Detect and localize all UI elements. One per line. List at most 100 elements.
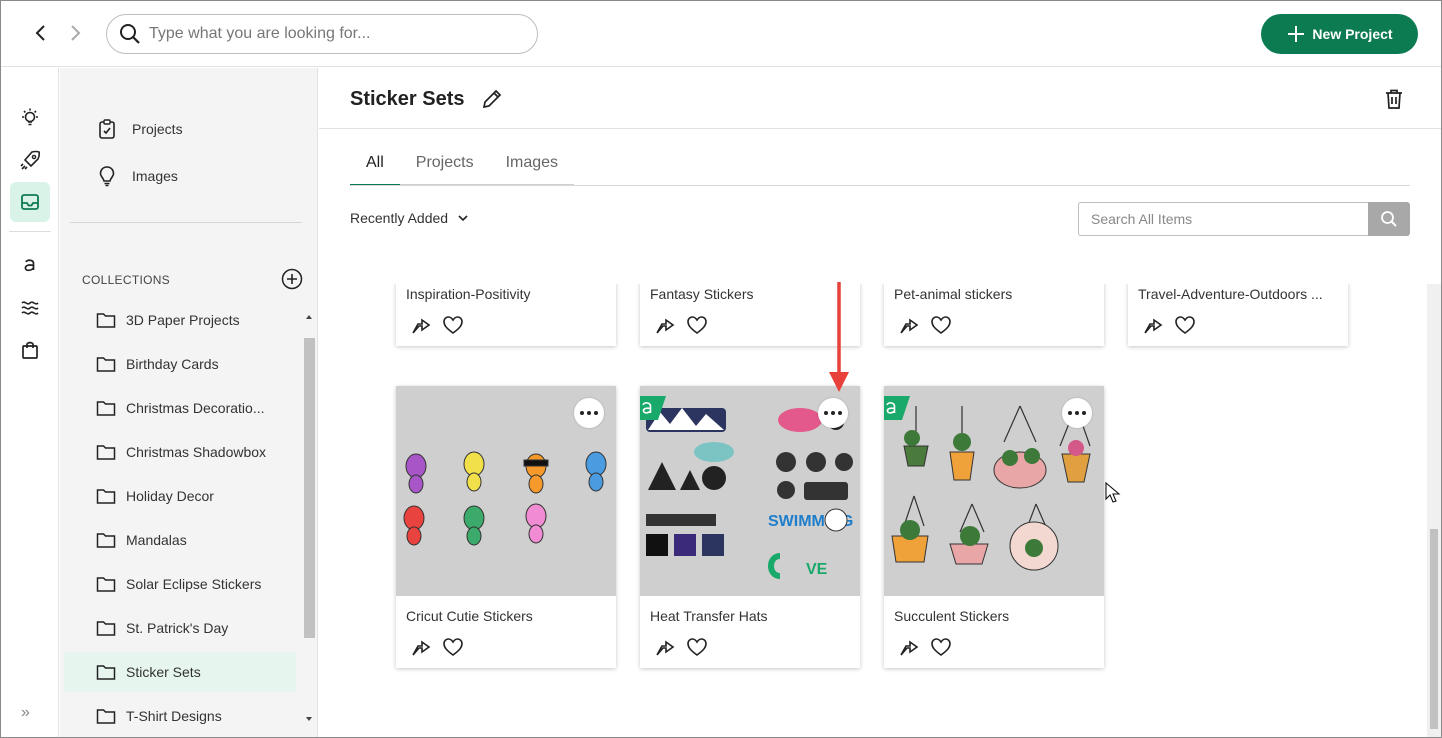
rail-access[interactable]: [10, 245, 50, 285]
folder-icon: [96, 489, 116, 504]
project-card[interactable]: Succulent Stickers: [884, 386, 1104, 668]
header-divider: [319, 128, 1441, 129]
rail-projects[interactable]: [10, 140, 50, 180]
tab-all[interactable]: All: [350, 144, 400, 186]
new-project-button[interactable]: New Project: [1261, 14, 1418, 54]
library-sidebar: Projects Images COLLECTIONS 3D Paper Pro…: [60, 68, 318, 737]
collection-label: T-Shirt Designs: [126, 708, 222, 724]
card-title: Inspiration-Positivity: [406, 286, 531, 302]
collection-grid: Inspiration-Positivity Fantasy Stickers …: [319, 284, 1425, 737]
project-card[interactable]: Travel-Adventure-Outdoors ...: [1128, 284, 1348, 346]
card-thumbnail[interactable]: SWIMMING VE: [640, 386, 860, 596]
access-icon: [24, 259, 35, 272]
item-search-input[interactable]: [1078, 202, 1368, 236]
folder-icon: [96, 401, 116, 416]
card-title: Travel-Adventure-Outdoors ...: [1138, 286, 1323, 302]
sort-label: Recently Added: [350, 210, 449, 226]
card-title: Cricut Cutie Stickers: [406, 608, 533, 624]
mouse-cursor-icon: [1105, 482, 1121, 503]
collection-item[interactable]: Christmas Shadowbox: [64, 432, 296, 472]
wave-icon: [21, 301, 39, 315]
item-search-button[interactable]: [1368, 202, 1410, 236]
share-icon[interactable]: [410, 314, 432, 336]
collection-label: Christmas Decoratio...: [126, 400, 265, 416]
project-card[interactable]: Inspiration-Positivity: [396, 284, 616, 346]
share-icon[interactable]: [898, 636, 920, 658]
expand-rail-icon[interactable]: »: [21, 704, 30, 722]
collection-item[interactable]: St. Patrick's Day: [64, 608, 296, 648]
heart-icon[interactable]: [442, 314, 464, 336]
main-scroll-thumb[interactable]: [1430, 529, 1438, 729]
bulb-icon: [99, 166, 115, 187]
global-search-input[interactable]: [149, 25, 509, 43]
project-card[interactable]: SWIMMING VE Heat Transfer Hats: [640, 386, 860, 668]
annotation-arrow-icon: [829, 282, 849, 392]
lightbulb-icon: [22, 108, 38, 126]
folder-icon: [96, 313, 116, 328]
more-options-button[interactable]: [574, 398, 604, 428]
collection-item[interactable]: Birthday Cards: [64, 344, 296, 384]
card-thumbnail[interactable]: [396, 386, 616, 596]
trash-icon[interactable]: [1381, 86, 1407, 112]
rail-library[interactable]: [10, 182, 50, 222]
cricut-access-badge-icon: [640, 396, 666, 420]
collection-item[interactable]: Christmas Decoratio...: [64, 388, 296, 428]
add-collection-icon[interactable]: [281, 268, 303, 290]
collection-label: Holiday Decor: [126, 488, 214, 504]
folder-icon: [96, 357, 116, 372]
share-icon[interactable]: [898, 314, 920, 336]
collection-label: Solar Eclipse Stickers: [126, 576, 262, 592]
folder-icon: [96, 577, 116, 592]
more-options-button[interactable]: [1062, 398, 1092, 428]
rocket-icon: [20, 150, 41, 170]
scroll-up-icon[interactable]: [302, 312, 316, 322]
main-scrollbar[interactable]: [1427, 284, 1441, 737]
share-icon[interactable]: [654, 314, 676, 336]
collection-item[interactable]: Holiday Decor: [64, 476, 296, 516]
rail-divider: [9, 231, 51, 232]
sidebar-item-projects[interactable]: Projects: [96, 118, 183, 140]
rail-shop[interactable]: [10, 330, 50, 370]
heart-icon[interactable]: [442, 636, 464, 658]
heart-icon[interactable]: [930, 636, 952, 658]
chevron-down-icon: [458, 215, 468, 222]
back-button[interactable]: [27, 19, 55, 47]
rail-design-space[interactable]: [10, 288, 50, 328]
page-title: Sticker Sets: [350, 88, 465, 110]
collection-item[interactable]: Mandalas: [64, 520, 296, 560]
heart-icon[interactable]: [1174, 314, 1196, 336]
sidebar-scroll-thumb[interactable]: [304, 338, 315, 638]
heart-icon[interactable]: [686, 314, 708, 336]
cricut-access-badge-icon: [884, 396, 910, 420]
scroll-down-icon[interactable]: [302, 714, 316, 724]
tab-projects[interactable]: Projects: [399, 144, 490, 186]
project-card[interactable]: Cricut Cutie Stickers: [396, 386, 616, 668]
folder-icon: [96, 445, 116, 460]
pencil-icon[interactable]: [479, 86, 505, 112]
sidebar-divider: [70, 222, 302, 223]
collection-item-active[interactable]: Sticker Sets: [64, 652, 296, 692]
tab-images[interactable]: Images: [489, 144, 575, 186]
share-icon[interactable]: [410, 636, 432, 658]
sidebar-item-images[interactable]: Images: [96, 165, 178, 187]
plus-icon: [1288, 26, 1305, 42]
collection-item[interactable]: 3D Paper Projects: [64, 300, 296, 340]
collection-item[interactable]: Solar Eclipse Stickers: [64, 564, 296, 604]
card-thumbnail[interactable]: [884, 386, 1104, 596]
heart-icon[interactable]: [686, 636, 708, 658]
project-card[interactable]: Pet-animal stickers: [884, 284, 1104, 346]
top-bar: New Project: [1, 1, 1441, 67]
sidebar-scrollbar[interactable]: [302, 308, 316, 736]
card-title: Heat Transfer Hats: [650, 608, 768, 624]
clipboard-icon: [99, 119, 115, 139]
heart-icon[interactable]: [930, 314, 952, 336]
left-rail: »: [1, 68, 59, 737]
rail-inspiration[interactable]: [10, 98, 50, 138]
share-icon[interactable]: [654, 636, 676, 658]
folder-icon: [96, 709, 116, 724]
collection-item[interactable]: T-Shirt Designs: [64, 696, 296, 736]
share-icon[interactable]: [1142, 314, 1164, 336]
more-options-button[interactable]: [818, 398, 848, 428]
forward-button[interactable]: [61, 19, 89, 47]
sort-dropdown[interactable]: Recently Added: [350, 210, 470, 226]
